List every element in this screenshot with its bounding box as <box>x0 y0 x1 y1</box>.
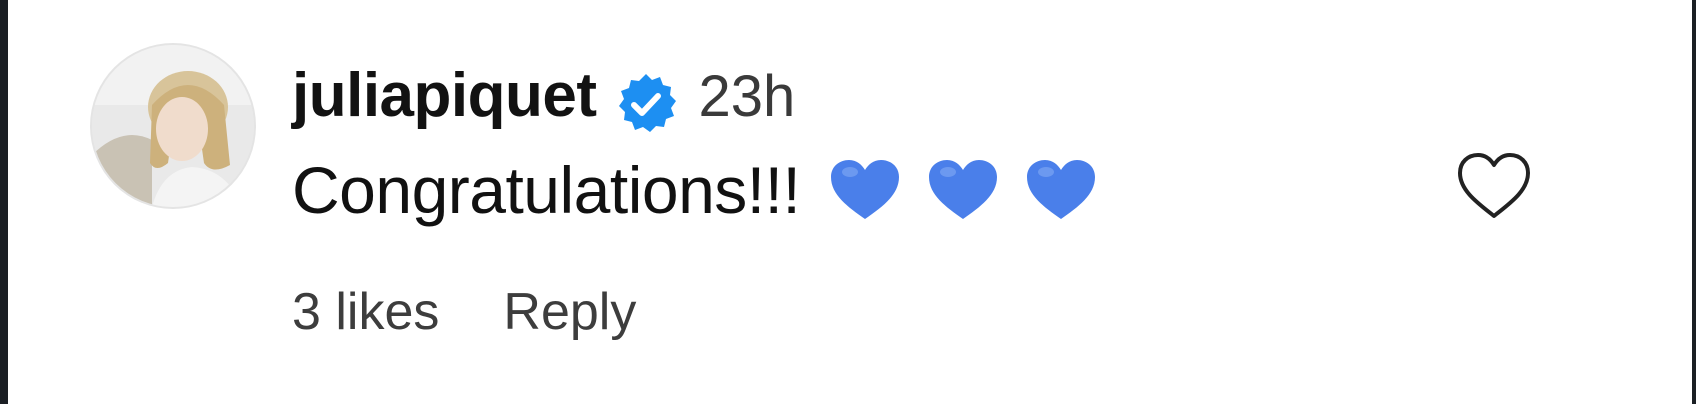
emoji-group <box>828 157 1098 223</box>
comment-timestamp: 23h <box>698 64 796 129</box>
verified-badge-icon <box>613 71 679 137</box>
blue-heart-emoji <box>926 157 1000 223</box>
comment-text: Congratulations!!! <box>292 153 801 227</box>
avatar[interactable] <box>92 45 254 207</box>
like-comment-button[interactable] <box>1455 150 1533 222</box>
username[interactable]: juliapiquet <box>292 60 597 131</box>
comment-actions: 3 likes Reply <box>292 282 636 342</box>
avatar-image <box>92 45 254 207</box>
reply-button[interactable]: Reply <box>503 282 636 342</box>
comment-item: juliapiquet 23h Congratulations!!! 3 lik… <box>0 0 1696 404</box>
comment-header: juliapiquet 23h <box>292 60 795 140</box>
blue-heart-emoji <box>828 157 902 223</box>
heart-outline-icon <box>1458 153 1530 218</box>
comment-body: Congratulations!!! <box>292 150 1098 230</box>
blue-heart-emoji <box>1024 157 1098 223</box>
likes-count[interactable]: 3 likes <box>292 282 439 342</box>
